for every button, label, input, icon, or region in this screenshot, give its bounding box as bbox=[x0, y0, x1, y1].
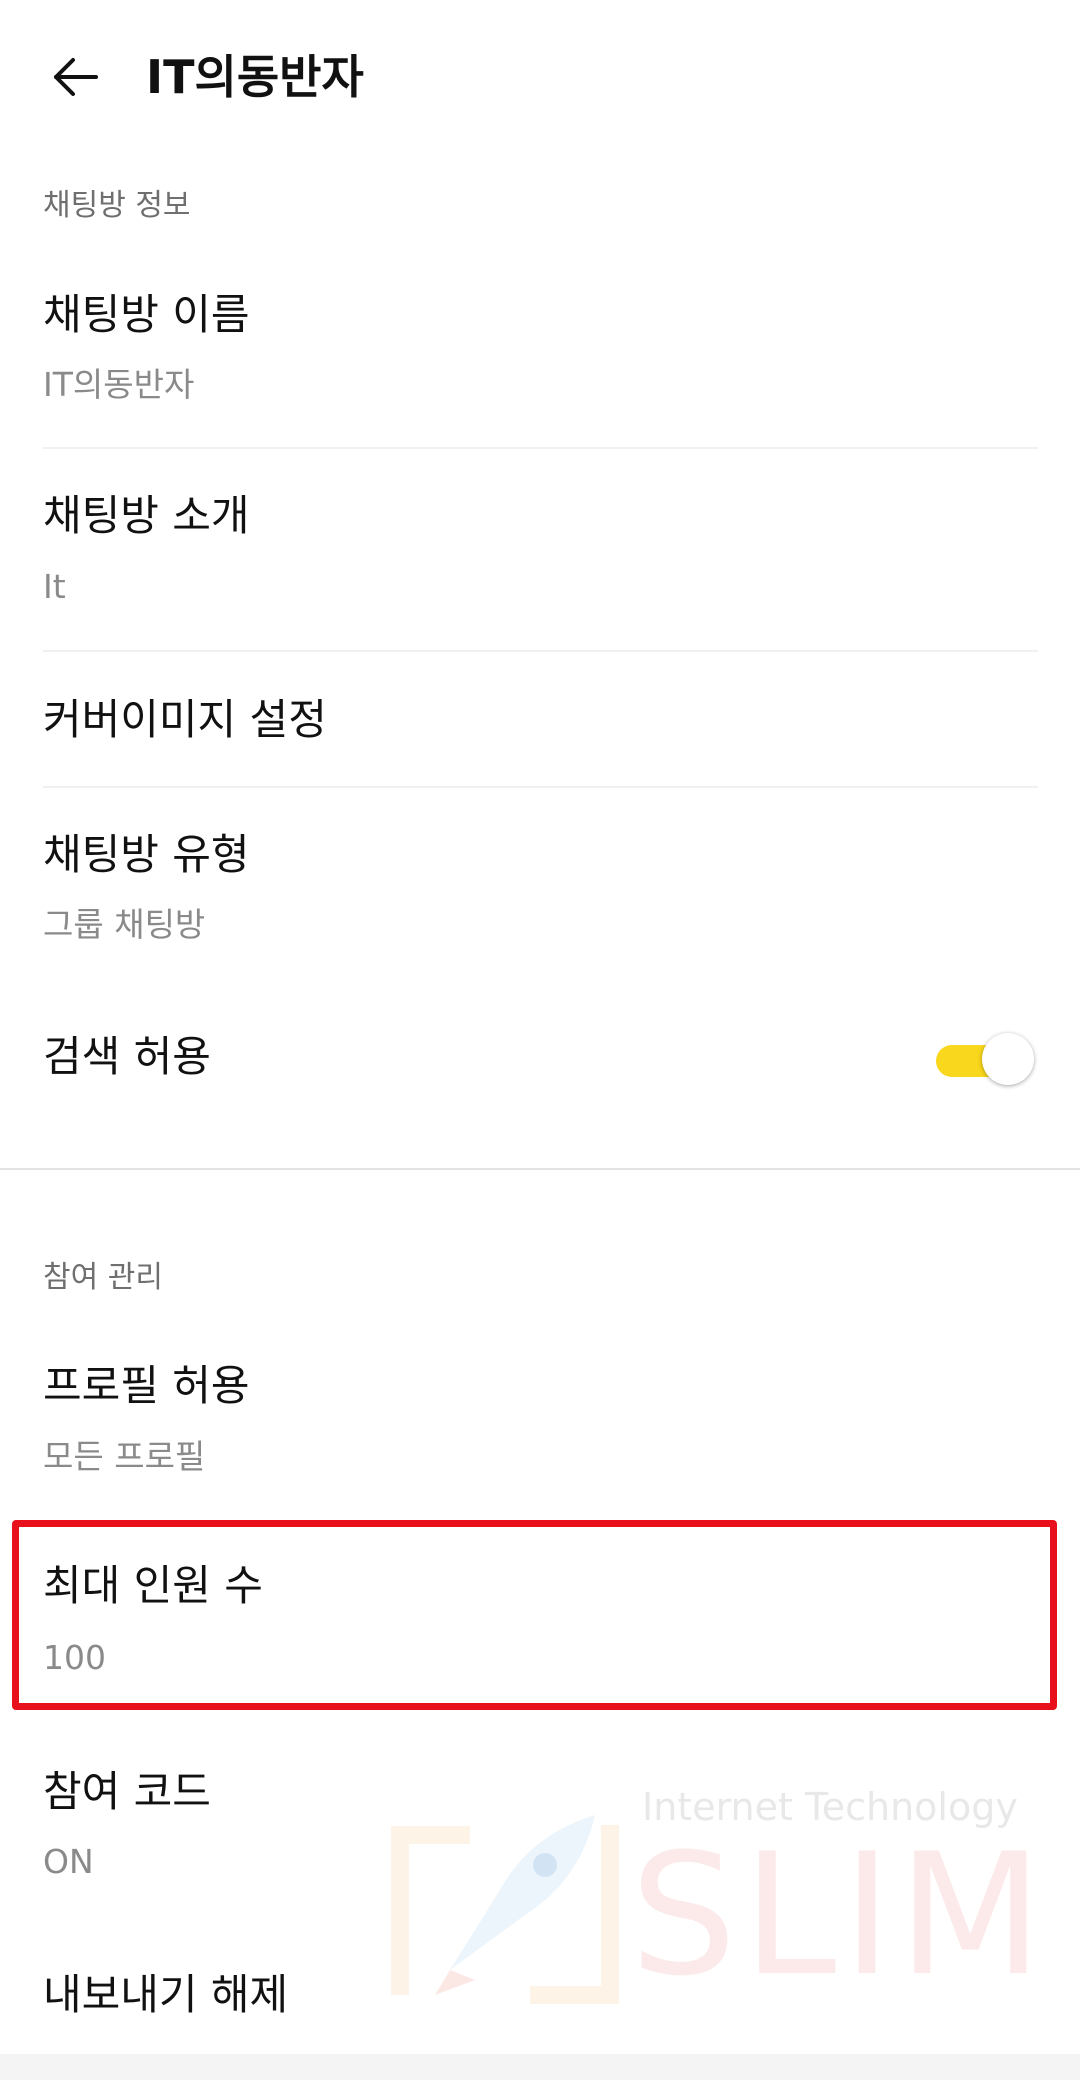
row-title: 참여 코드 bbox=[43, 1767, 211, 1816]
row-max-members[interactable]: 최대 인원 수 100 bbox=[0, 1550, 1080, 1700]
toggle-knob bbox=[982, 1033, 1034, 1085]
row-value: ON bbox=[43, 1842, 94, 1881]
row-value: 모든 프로필 bbox=[43, 1437, 206, 1476]
row-title: 채팅방 소개 bbox=[43, 491, 250, 540]
row-search-allow[interactable]: 검색 허용 bbox=[0, 1015, 1080, 1105]
search-allow-toggle[interactable] bbox=[934, 1032, 1038, 1088]
row-title: 내보내기 해제 bbox=[43, 1970, 289, 2019]
row-chat-name[interactable]: 채팅방 이름 IT의동반자 bbox=[0, 275, 1080, 447]
row-export-release[interactable]: 내보내기 해제 bbox=[0, 1955, 1080, 2045]
row-title: 커버이미지 설정 bbox=[43, 695, 327, 744]
section-caption-participation: 참여 관리 bbox=[43, 1260, 163, 1295]
row-join-code[interactable]: 참여 코드 ON bbox=[0, 1752, 1080, 1902]
back-button[interactable] bbox=[40, 42, 110, 112]
divider bbox=[43, 650, 1038, 652]
app-header: IT의동반자 bbox=[0, 0, 1080, 155]
row-title: 검색 허용 bbox=[43, 1032, 211, 1081]
divider bbox=[43, 786, 1038, 788]
row-value: IT의동반자 bbox=[43, 365, 195, 404]
row-cover-image[interactable]: 커버이미지 설정 bbox=[0, 680, 1080, 785]
row-title: 프로필 허용 bbox=[43, 1361, 250, 1410]
row-title: 채팅방 이름 bbox=[43, 290, 250, 339]
page-title: IT의동반자 bbox=[146, 50, 364, 104]
row-title: 최대 인원 수 bbox=[43, 1561, 263, 1610]
row-value: It bbox=[43, 567, 66, 606]
row-value: 100 bbox=[43, 1638, 106, 1677]
arrow-left-icon bbox=[54, 58, 98, 96]
settings-screen: IT의동반자 채팅방 정보 채팅방 이름 IT의동반자 채팅방 소개 It 커버… bbox=[0, 0, 1080, 2080]
divider bbox=[43, 447, 1038, 449]
row-chat-type[interactable]: 채팅방 유형 그룹 채팅방 bbox=[0, 815, 1080, 975]
row-title: 채팅방 유형 bbox=[43, 830, 250, 879]
section-caption-chat-info: 채팅방 정보 bbox=[43, 188, 191, 223]
bottom-bar bbox=[0, 2054, 1080, 2080]
row-chat-intro[interactable]: 채팅방 소개 It bbox=[0, 480, 1080, 648]
section-divider bbox=[0, 1168, 1080, 1170]
row-profile-allow[interactable]: 프로필 허용 모든 프로필 bbox=[0, 1350, 1080, 1510]
row-value: 그룹 채팅방 bbox=[43, 905, 206, 944]
